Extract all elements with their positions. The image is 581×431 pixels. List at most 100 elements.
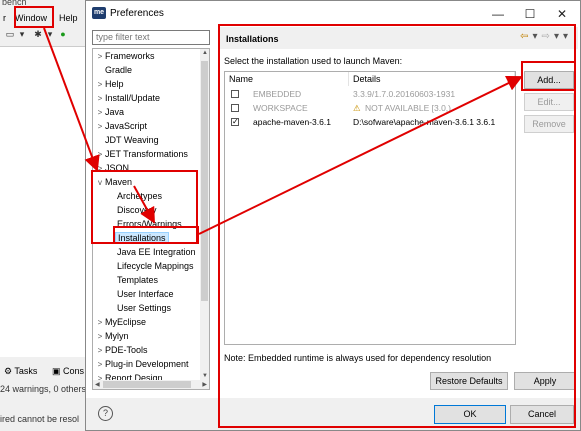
tree-item-jdt-weaving[interactable]: JDT Weaving xyxy=(95,133,159,147)
tree-item-java-ee-integration[interactable]: Java EE Integration xyxy=(117,245,196,259)
tree-item-mylyn[interactable]: > Mylyn xyxy=(95,329,129,343)
chevron-right-icon: > xyxy=(97,318,103,327)
tree-item-archetypes[interactable]: Archetypes xyxy=(117,189,162,203)
background-editor-panel xyxy=(0,46,90,357)
installation-name: apache-maven-3.6.1 xyxy=(253,117,331,127)
dialog-titlebar[interactable]: me Preferences — ☐ ✕ xyxy=(86,1,580,27)
add-button[interactable]: Add... xyxy=(524,71,574,89)
tasks-tab[interactable]: ⚙ Tasks xyxy=(4,366,37,377)
chevron-down-icon: v xyxy=(98,178,102,187)
column-header-details[interactable]: Details xyxy=(349,72,515,86)
gear-icon[interactable]: ✱ xyxy=(32,28,44,40)
tasks-icon: ⚙ xyxy=(4,366,13,376)
restore-defaults-button[interactable]: Restore Defaults xyxy=(430,372,508,390)
console-icon[interactable]: ▭ xyxy=(4,28,16,40)
dialog-title: Preferences xyxy=(110,8,164,19)
background-title: bench xyxy=(2,0,27,7)
tree-item-myeclipse[interactable]: > MyEclipse xyxy=(95,315,146,329)
problem-text: ired cannot be resol xyxy=(0,414,80,424)
tree-item-jet-transformations[interactable]: > JET Transformations xyxy=(95,147,188,161)
tree-item-help[interactable]: > Help xyxy=(95,77,124,91)
background-menubar: r Window Help xyxy=(0,8,90,24)
tree-item-javascript[interactable]: > JavaScript xyxy=(95,119,147,133)
scroll-right-icon: ▶ xyxy=(202,382,207,388)
background-toolbar: ▭ ▾ ✱ ▾ ● xyxy=(0,24,90,46)
menu-item-window[interactable]: Window xyxy=(15,13,47,23)
apply-button[interactable]: Apply xyxy=(514,372,576,390)
tree-item-user-interface[interactable]: User Interface xyxy=(117,287,174,301)
dependency-note: Note: Embedded runtime is always used fo… xyxy=(224,353,492,363)
tree-item-pde-tools[interactable]: > PDE-Tools xyxy=(95,343,148,357)
tree-item-java[interactable]: > Java xyxy=(95,105,124,119)
page-title: Installations xyxy=(226,34,279,44)
scroll-up-icon: ▲ xyxy=(202,50,208,56)
scroll-down-icon: ▼ xyxy=(202,373,208,379)
installation-details: D:\sofware\apache-maven-3.6.1 3.6.1 xyxy=(353,117,496,127)
tree-vertical-thumb[interactable] xyxy=(201,61,208,301)
scroll-left-icon: ◀ xyxy=(95,382,100,388)
tree-item-install-update[interactable]: > Install/Update xyxy=(95,91,160,105)
myeclipse-app-icon: me xyxy=(92,7,106,19)
help-icon[interactable]: ? xyxy=(98,406,113,421)
chevron-right-icon: > xyxy=(97,80,103,89)
background-bottom-tabs: ⚙ Tasks ▣ Cons xyxy=(0,366,90,380)
tree-item-discovery[interactable]: Discovery xyxy=(117,203,157,217)
edit-button[interactable]: Edit... xyxy=(524,93,574,111)
tree-item-frameworks[interactable]: > Frameworks xyxy=(95,49,155,63)
dropdown-icon[interactable]: ▾ xyxy=(44,28,56,40)
back-icon[interactable]: ⇦ xyxy=(520,31,528,42)
minimize-button[interactable]: — xyxy=(484,5,512,23)
ok-button[interactable]: OK xyxy=(434,405,506,424)
installation-name: EMBEDDED xyxy=(253,89,302,99)
tree-horizontal-scrollbar[interactable]: ◀ ▶ xyxy=(93,380,209,389)
cancel-button[interactable]: Cancel xyxy=(510,405,574,424)
dropdown-icon[interactable]: ▾ xyxy=(16,28,28,40)
filter-input[interactable]: type filter text xyxy=(92,30,210,45)
tree-vertical-scrollbar[interactable]: ▲ ▼ xyxy=(200,49,209,380)
history-navigation: ⇦ ▾ ⇨ ▾ ▾ xyxy=(516,31,568,42)
row-checkbox[interactable] xyxy=(231,104,239,112)
preferences-dialog: me Preferences — ☐ ✕ type filter text > F… xyxy=(85,0,581,431)
console-tab[interactable]: ▣ Cons xyxy=(52,366,84,377)
tree-item-gradle[interactable]: Gradle xyxy=(95,63,132,77)
installation-name: WORKSPACE xyxy=(253,103,308,113)
preferences-tree: > Frameworks Gradle > Help > Install/Update… xyxy=(92,48,210,390)
tree-item-templates[interactable]: Templates xyxy=(117,273,158,287)
installations-table: Name Details EMBEDDED 3.3.9/1.7.0.201606… xyxy=(224,71,516,345)
tree-item-lifecycle-mappings[interactable]: Lifecycle Mappings xyxy=(117,259,194,273)
tree-item-installations[interactable]: Installations xyxy=(115,231,169,245)
page-header: Installations ⇦ ▾ ⇨ ▾ ▾ xyxy=(220,27,578,49)
chevron-right-icon: > xyxy=(97,346,103,355)
remove-button[interactable]: Remove xyxy=(524,115,574,133)
chevron-right-icon: > xyxy=(97,122,103,131)
tree-item-maven[interactable]: v Maven xyxy=(95,175,132,189)
tree-horizontal-thumb[interactable] xyxy=(103,381,191,388)
row-checkbox[interactable] xyxy=(231,90,239,98)
chevron-right-icon: > xyxy=(97,332,103,341)
close-button[interactable]: ✕ xyxy=(548,5,576,23)
instruction-text: Select the installation used to launch M… xyxy=(224,56,403,66)
installation-details: 3.3.9/1.7.0.20160603-1931 xyxy=(353,89,456,99)
forward-icon[interactable]: ⇨ xyxy=(542,31,550,42)
chevron-right-icon: > xyxy=(97,150,103,159)
tree-item-json[interactable]: > JSON xyxy=(95,161,129,175)
menu-item-help[interactable]: Help xyxy=(59,13,78,23)
chevron-right-icon: > xyxy=(97,108,103,117)
chevron-right-icon: > xyxy=(97,94,103,103)
problems-summary: 24 warnings, 0 others xyxy=(0,384,87,394)
installation-details: NOT AVAILABLE [3.0,) xyxy=(365,103,451,113)
view-menu-icon[interactable]: ▾ xyxy=(563,31,568,42)
chevron-right-icon: > xyxy=(97,164,103,173)
run-icon[interactable]: ● xyxy=(57,28,69,40)
tree-item-plugin-development[interactable]: > Plug-in Development xyxy=(95,357,189,371)
console-icon: ▣ xyxy=(52,366,61,376)
tree-item-errors-warnings[interactable]: Errors/Warnings xyxy=(117,217,182,231)
chevron-down-icon[interactable]: ▾ xyxy=(554,31,559,42)
chevron-right-icon: > xyxy=(97,52,103,61)
column-header-name[interactable]: Name xyxy=(225,72,349,86)
chevron-down-icon[interactable]: ▾ xyxy=(533,31,538,42)
maximize-button[interactable]: ☐ xyxy=(516,5,544,23)
row-checkbox-checked[interactable]: ✓ xyxy=(231,118,239,126)
menu-item-partial[interactable]: r xyxy=(3,13,6,23)
tree-item-user-settings[interactable]: User Settings xyxy=(117,301,171,315)
